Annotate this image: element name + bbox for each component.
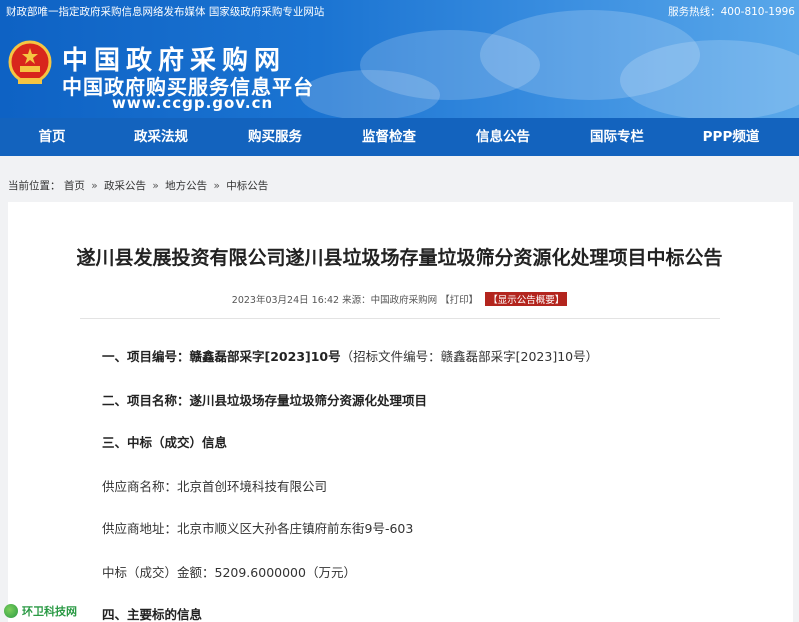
project-name-label: 二、项目名称： (102, 393, 190, 408)
nav-item-announcements[interactable]: 信息公告 (446, 118, 560, 156)
main-items-heading-text: 四、主要标的信息 (102, 607, 203, 622)
breadcrumb-separator: » (213, 180, 220, 192)
cloud-decoration (620, 40, 799, 118)
main-nav: 首页 政采法规 购买服务 监督检查 信息公告 国际专栏 PPP频道 (0, 118, 799, 156)
nav-item-purchase-services[interactable]: 购买服务 (218, 118, 332, 156)
nav-item-international[interactable]: 国际专栏 (560, 118, 674, 156)
project-number-label: 一、项目编号： (102, 349, 190, 364)
article-source: 来源：中国政府采购网 (342, 295, 438, 306)
site-tagline: 财政部唯一指定政府采购信息网络发布媒体 国家级政府采购专业网站 (6, 6, 325, 18)
breadcrumb-link-home[interactable]: 首页 (64, 180, 85, 192)
breadcrumb-link-procurement[interactable]: 政采公告 (104, 180, 146, 192)
article-title: 遂川县发展投资有限公司遂川县垃圾场存量垃圾筛分资源化处理项目中标公告 (76, 247, 723, 269)
watermark: 环卫科技网 (4, 602, 77, 620)
award-info-heading-text: 三、中标（成交）信息 (102, 435, 228, 450)
watermark-logo-icon (4, 604, 18, 618)
top-bar: 财政部唯一指定政府采购信息网络发布媒体 国家级政府采购专业网站 服务热线：400… (0, 4, 799, 22)
nav-item-regulations[interactable]: 政采法规 (104, 118, 218, 156)
breadcrumb-prefix: 当前位置： (8, 180, 61, 192)
logo-url: www.ccgp.gov.cn (112, 94, 274, 112)
project-number-value: 赣鑫磊部采字[2023]10号 (189, 349, 341, 364)
cloud-decoration (300, 70, 440, 118)
breadcrumb-separator: » (152, 180, 159, 192)
main-items-heading: 四、主要标的信息 (102, 604, 202, 622)
breadcrumb-link-local[interactable]: 地方公告 (165, 180, 207, 192)
header-banner: 财政部唯一指定政府采购信息网络发布媒体 国家级政府采购专业网站 服务热线：400… (0, 0, 799, 118)
award-info-heading: 三、中标（成交）信息 (102, 432, 227, 451)
supplier-name-line: 供应商名称：北京首创环境科技有限公司 (102, 479, 328, 494)
publish-date: 2023年03月24日 16:42 (231, 295, 340, 306)
nav-item-ppp[interactable]: PPP频道 (674, 118, 788, 156)
project-name-line: 二、项目名称：遂川县垃圾场存量垃圾筛分资源化处理项目 (102, 390, 427, 409)
project-name-value: 遂川县垃圾场存量垃圾筛分资源化处理项目 (189, 393, 428, 408)
breadcrumb-separator: » (91, 180, 98, 192)
nav-item-home[interactable]: 首页 (0, 118, 104, 156)
show-summary-button[interactable]: 【显示公告概要】 (485, 292, 568, 306)
breadcrumb: 当前位置： 首页 » 政采公告 » 地方公告 » 中标公告 (8, 178, 268, 193)
divider (80, 318, 720, 319)
supplier-address-line: 供应商地址：北京市顺义区大孙各庄镇府前东街9号-603 (102, 521, 414, 536)
article-meta: 2023年03月24日 16:42 来源：中国政府采购网 【打印】 【显示公告概… (0, 292, 799, 306)
breadcrumb-link-award[interactable]: 中标公告 (226, 180, 268, 192)
nav-item-supervision[interactable]: 监督检查 (332, 118, 446, 156)
print-link[interactable]: 【打印】 (440, 295, 478, 306)
watermark-text: 环卫科技网 (22, 605, 77, 618)
tender-file-number: （招标文件编号：赣鑫磊部采字[2023]10号） (340, 349, 599, 364)
service-hotline: 服务热线：400-810-1996 (668, 6, 795, 18)
project-number-line: 一、项目编号：赣鑫磊部采字[2023]10号（招标文件编号：赣鑫磊部采字[202… (102, 346, 598, 365)
award-amount-line: 中标（成交）金额：5209.6000000（万元） (102, 565, 356, 580)
national-emblem-icon (8, 40, 52, 84)
